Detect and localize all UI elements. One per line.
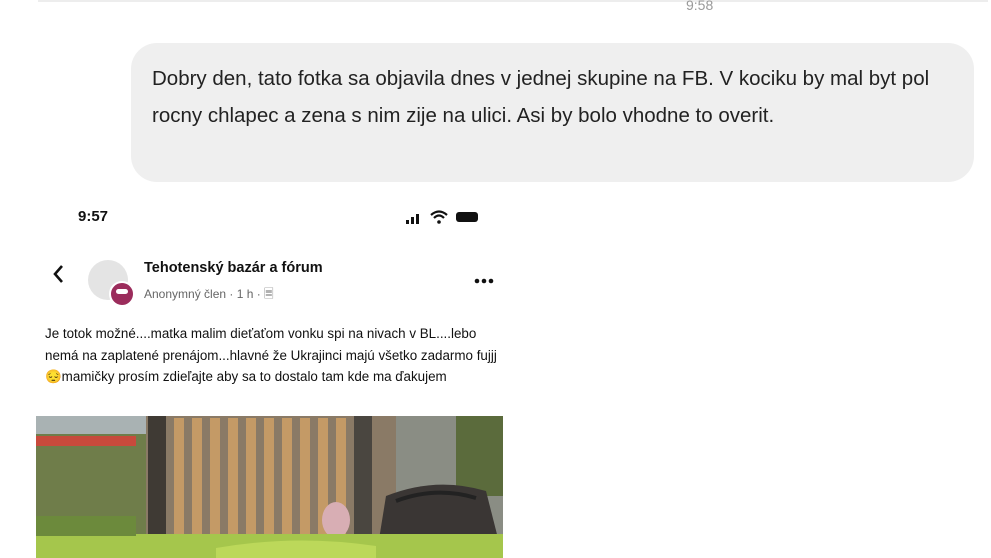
signal-icon bbox=[406, 220, 409, 224]
photo-scene bbox=[36, 416, 503, 558]
signal-bar bbox=[416, 214, 419, 224]
status-bar-time: 9:57 bbox=[78, 208, 109, 225]
wifi-icon bbox=[430, 210, 448, 224]
signal-bar bbox=[411, 217, 414, 224]
post-photo[interactable] bbox=[36, 416, 503, 558]
message-bubble[interactable]: Dobry den, tato fotka sa objavila dnes v… bbox=[131, 43, 974, 182]
chevron-left-icon bbox=[53, 265, 63, 283]
post-meta: Anonymný člen · 1 h · 🗏 bbox=[144, 287, 274, 301]
top-divider bbox=[38, 0, 988, 2]
more-options-button[interactable] bbox=[474, 268, 494, 289]
status-bar-icons bbox=[406, 210, 492, 224]
back-button[interactable] bbox=[52, 264, 64, 290]
message-text: Dobry den, tato fotka sa objavila dnes v… bbox=[152, 67, 930, 127]
anonymous-member-icon bbox=[109, 281, 135, 307]
message-timestamp: 9:58 bbox=[686, 0, 714, 13]
more-dots-icon bbox=[474, 278, 494, 284]
battery-icon bbox=[456, 212, 478, 222]
group-name[interactable]: Tehotenský bazár a fórum bbox=[144, 260, 323, 276]
shared-screenshot-image[interactable]: 9:57 Tehotenský bazár a fórum Anonymný č… bbox=[36, 190, 503, 558]
post-text: Je totok možné....matka malim dieťaťom v… bbox=[45, 326, 497, 384]
